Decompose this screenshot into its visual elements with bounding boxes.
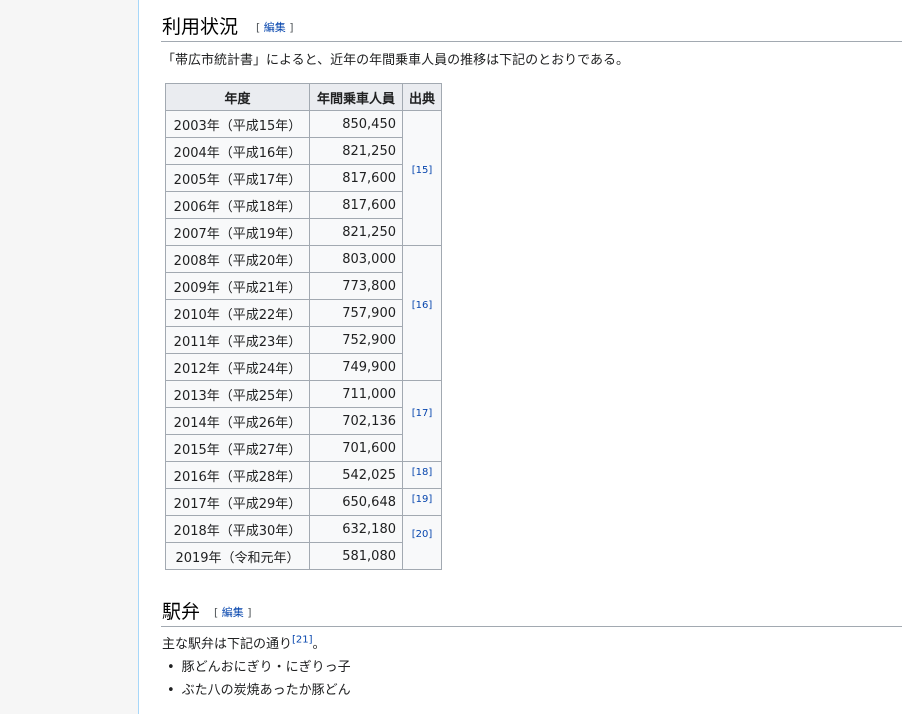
usage-edit-link[interactable]: 編集: [264, 21, 286, 34]
passenger-count-cell: 821,250: [309, 218, 403, 246]
source-cell: [16]: [402, 245, 442, 381]
list-item: 豚どんおにぎり・にぎりっ子: [167, 656, 351, 679]
passenger-count-cell: 803,000: [309, 245, 403, 273]
table-row: 2010年（平成22年） 757,900: [165, 299, 442, 327]
usage-heading: 利用状況 [ 編集 ]: [161, 11, 902, 42]
source-cell: [20]: [402, 515, 442, 570]
year-cell: 2009年（平成21年）: [165, 272, 310, 300]
year-cell: 2003年（平成15年）: [165, 110, 310, 138]
passenger-count-cell: 773,800: [309, 272, 403, 300]
source-reference-link[interactable]: [18]: [412, 467, 433, 478]
passenger-count-cell: 850,450: [309, 110, 403, 138]
year-cell: 2004年（平成16年）: [165, 137, 310, 165]
year-cell: 2010年（平成22年）: [165, 299, 310, 327]
passenger-count-cell: 752,900: [309, 326, 403, 354]
bento-edit-section: [ 編集 ]: [214, 606, 252, 619]
source-reference-link[interactable]: [20]: [412, 529, 433, 540]
table-row: 2009年（平成21年） 773,800: [165, 272, 442, 300]
bento-heading: 駅弁 [ 編集 ]: [161, 596, 902, 627]
ridership-table: 年度 年間乗車人員 出典 2003年（平成15年） 850,450 [15] 2004…: [165, 83, 442, 570]
passenger-count-cell: 650,648: [309, 488, 403, 516]
table-row: 2011年（平成23年） 752,900: [165, 326, 442, 354]
table-row: 2004年（平成16年） 821,250: [165, 137, 442, 165]
year-cell: 2008年（平成20年）: [165, 245, 310, 273]
source-cell: [19]: [402, 488, 442, 516]
table-row: 2014年（平成26年） 702,136: [165, 407, 442, 435]
table-row: 2019年（令和元年） 581,080: [165, 542, 442, 570]
usage-intro: 「帯広市統計書」によると、近年の年間乗車人員の推移は下記のとおりである。: [162, 53, 629, 68]
source-cell: [15]: [402, 110, 442, 246]
bento-list: 豚どんおにぎり・にぎりっ子 ぶた八の炭焼あったか豚どん: [167, 656, 351, 702]
year-cell: 2018年（平成30年）: [165, 515, 310, 543]
usage-heading-title: 利用状況: [162, 16, 239, 38]
table-row: 2013年（平成25年） 711,000 [17]: [165, 380, 442, 462]
source-reference-link[interactable]: [19]: [412, 494, 433, 505]
passenger-count-cell: 757,900: [309, 299, 403, 327]
usage-edit-section: [ 編集 ]: [256, 21, 294, 34]
source-reference-link[interactable]: [16]: [412, 300, 433, 311]
year-cell: 2011年（平成23年）: [165, 326, 310, 354]
table-row: 2005年（平成17年） 817,600: [165, 164, 442, 192]
source-reference-link[interactable]: [15]: [412, 165, 433, 176]
table-row: 2018年（平成30年） 632,180 [20]: [165, 515, 442, 570]
table-row: 2017年（平成29年） 650,648 [19]: [165, 488, 442, 516]
year-cell: 2007年（平成19年）: [165, 218, 310, 246]
table-row: 2007年（平成19年） 821,250: [165, 218, 442, 246]
header-year: 年度: [165, 83, 310, 111]
bento-heading-title: 駅弁: [162, 601, 201, 623]
table-header-row: 年度 年間乗車人員 出典: [165, 83, 442, 111]
year-cell: 2012年（平成24年）: [165, 353, 310, 381]
bento-intro-text: 主な駅弁は下記の通り: [162, 637, 293, 652]
header-source: 出典: [402, 83, 442, 111]
year-cell: 2016年（平成28年）: [165, 461, 310, 489]
passenger-count-cell: 702,136: [309, 407, 403, 435]
table-row: 2016年（平成28年） 542,025 [18]: [165, 461, 442, 489]
passenger-count-cell: 542,025: [309, 461, 403, 489]
passenger-count-cell: 817,600: [309, 191, 403, 219]
passenger-count-cell: 817,600: [309, 164, 403, 192]
year-cell: 2015年（平成27年）: [165, 434, 310, 462]
table-row: 2012年（平成24年） 749,900: [165, 353, 442, 381]
header-passengers: 年間乗車人員: [309, 83, 403, 111]
table-row: 2015年（平成27年） 701,600: [165, 434, 442, 462]
passenger-count-cell: 711,000: [309, 380, 403, 408]
source-cell: [18]: [402, 461, 442, 489]
bento-intro-end: 。: [312, 637, 326, 652]
bento-edit-link[interactable]: 編集: [222, 606, 244, 619]
year-cell: 2005年（平成17年）: [165, 164, 310, 192]
source-reference-link[interactable]: [17]: [412, 408, 433, 419]
passenger-count-cell: 581,080: [309, 542, 403, 570]
bento-reference-link[interactable]: [21]: [292, 635, 313, 646]
year-cell: 2013年（平成25年）: [165, 380, 310, 408]
passenger-count-cell: 821,250: [309, 137, 403, 165]
table-row: 2006年（平成18年） 817,600: [165, 191, 442, 219]
year-cell: 2017年（平成29年）: [165, 488, 310, 516]
passenger-count-cell: 701,600: [309, 434, 403, 462]
passenger-count-cell: 749,900: [309, 353, 403, 381]
sidebar: [0, 0, 138, 714]
source-cell: [17]: [402, 380, 442, 462]
year-cell: 2019年（令和元年）: [165, 542, 310, 570]
table-row: 2003年（平成15年） 850,450 [15]: [165, 110, 442, 246]
passenger-count-cell: 632,180: [309, 515, 403, 543]
year-cell: 2014年（平成26年）: [165, 407, 310, 435]
article-content: 利用状況 [ 編集 ] 「帯広市統計書」によると、近年の年間乗車人員の推移は下記…: [138, 0, 918, 714]
year-cell: 2006年（平成18年）: [165, 191, 310, 219]
table-row: 2008年（平成20年） 803,000 [16]: [165, 245, 442, 381]
bento-intro: 主な駅弁は下記の通り[21]。: [162, 633, 326, 652]
list-item: ぶた八の炭焼あったか豚どん: [167, 679, 351, 702]
